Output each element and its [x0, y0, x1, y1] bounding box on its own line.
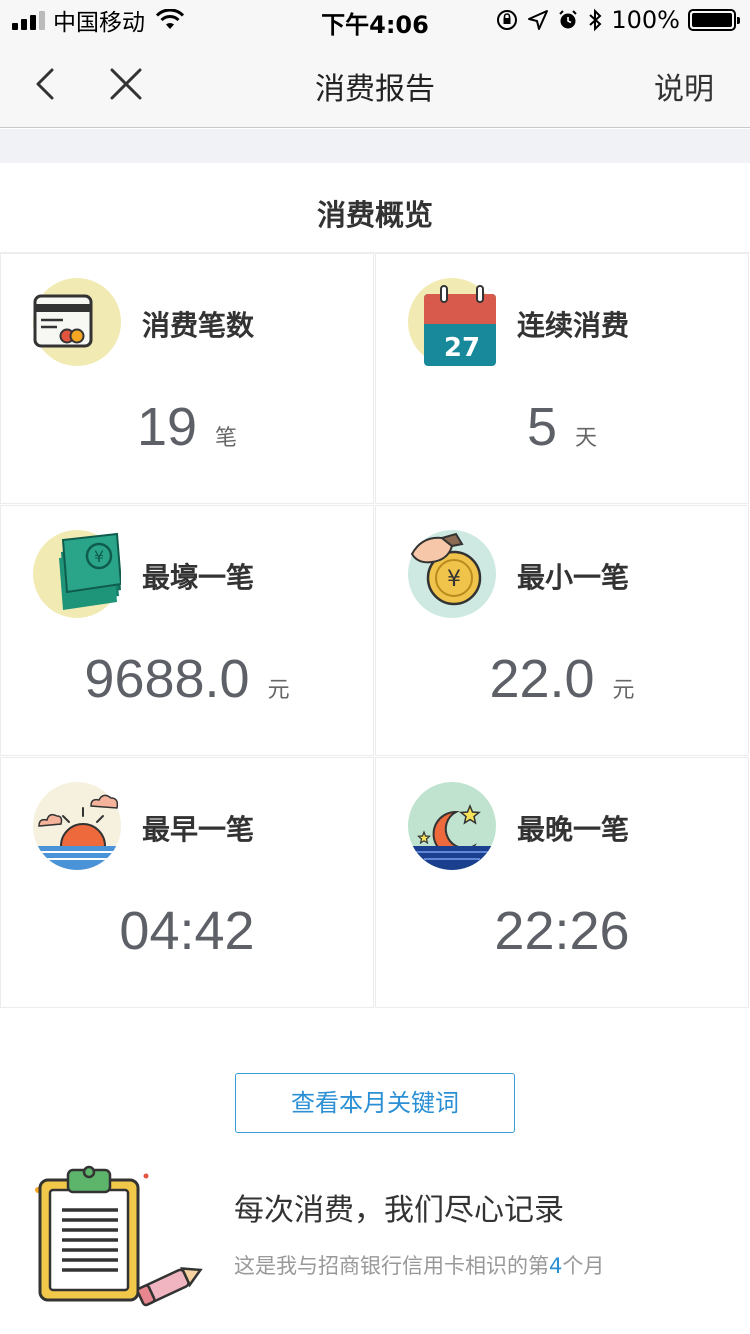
status-right: 100% — [495, 5, 740, 35]
location-arrow-icon — [528, 10, 549, 30]
stat-card-transaction-count: 消费笔数 19 笔 — [0, 253, 374, 504]
stat-value: 9688.0 — [84, 649, 250, 709]
svg-text:¥: ¥ — [94, 547, 104, 566]
stat-value-row: 22:26 — [376, 900, 748, 962]
stat-card-largest: ¥ 最壕一笔 9688.0 元 — [0, 505, 374, 756]
stat-value-row: 22.0 元 — [376, 648, 748, 710]
stat-value-row: 5天 — [376, 396, 748, 458]
svg-text:¥: ¥ — [447, 567, 461, 592]
footer-text-after: 个月 — [562, 1254, 605, 1278]
coin-icon: ¥ — [408, 530, 496, 618]
stat-unit: 元 — [612, 678, 635, 703]
section-separator — [0, 129, 750, 163]
footer-text-before: 这是我与招商银行信用卡相识的第 — [234, 1254, 549, 1278]
stat-label: 最壕一笔 — [142, 561, 255, 594]
view-keywords-button[interactable]: 查看本月关键词 — [235, 1073, 515, 1133]
stat-unit: 天 — [575, 426, 598, 451]
stat-label: 消费笔数 — [142, 309, 255, 342]
alarm-icon — [559, 10, 578, 29]
bluetooth-icon — [589, 8, 602, 32]
clipboard-icon — [35, 1165, 203, 1307]
calendar-icon: 27 — [408, 278, 496, 366]
stat-value: 04:42 — [119, 901, 255, 961]
stat-unit: 元 — [267, 678, 290, 703]
stat-value-row: 04:42 — [1, 900, 373, 962]
stat-value: 22:26 — [494, 901, 630, 961]
stats-grid: 消费笔数 19 笔 27 连续消费 5天 ¥ 最壕一笔 9688.0 元 ¥ 最… — [0, 253, 750, 1009]
back-chevron-icon[interactable] — [28, 62, 68, 106]
stat-card-latest: 最晚一笔 22:26 — [375, 757, 749, 1008]
money-stack-icon: ¥ — [33, 530, 121, 618]
stat-label: 最小一笔 — [517, 561, 630, 594]
credit-card-icon — [33, 278, 121, 366]
help-button[interactable]: 说明 — [654, 64, 714, 108]
stat-card-earliest: 最早一笔 04:42 — [0, 757, 374, 1008]
overview-title: 消费概览 — [316, 198, 433, 232]
battery-percent: 100% — [611, 6, 680, 34]
stat-label: 最晚一笔 — [517, 813, 630, 846]
stat-value-row: 9688.0 元 — [1, 648, 373, 710]
stat-value-row: 19 笔 — [1, 396, 373, 458]
stat-value: 22.0 — [489, 649, 595, 709]
rotation-lock-icon — [497, 10, 518, 30]
calendar-day-text: 27 — [444, 333, 480, 363]
close-icon[interactable] — [104, 62, 148, 106]
stat-value: 19 — [136, 397, 198, 457]
sunrise-icon — [33, 782, 121, 870]
stat-value: 5 — [526, 397, 558, 457]
stat-unit: 笔 — [215, 426, 238, 451]
stat-label: 最早一笔 — [142, 813, 255, 846]
moon-icon — [408, 782, 496, 870]
stat-card-consecutive-days: 27 连续消费 5天 — [375, 253, 749, 504]
status-bar: 中国移动 下午4:06 100% — [0, 0, 750, 40]
stat-card-smallest: ¥ 最小一笔 22.0 元 — [375, 505, 749, 756]
month-count: 4 — [549, 1254, 563, 1278]
footer-title: 每次消费，我们尽心记录 — [234, 1193, 564, 1228]
battery-icon — [688, 9, 740, 31]
nav-bar: 消费报告 说明 — [0, 40, 750, 128]
footer-text: 这是我与招商银行信用卡相识的第4个月 — [234, 1250, 604, 1280]
stat-label: 连续消费 — [517, 309, 630, 342]
